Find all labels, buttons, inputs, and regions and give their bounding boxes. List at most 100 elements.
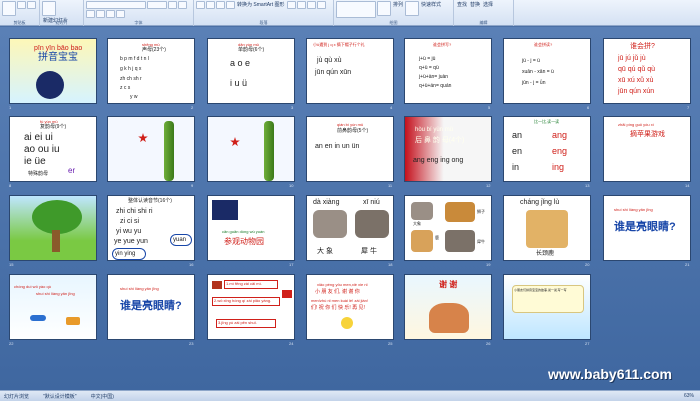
slide-text: 小 朋 友 们, 谢 谢 你 [315, 289, 360, 295]
slide-thumbnail[interactable]: zhāi píng guǒ yóu xì 摘苹果游戏 [603, 116, 691, 182]
select-button[interactable]: 选择 [482, 1, 494, 9]
slide-thumbnail[interactable]: shuí shì liàng yǎn jīng 谁是亮眼睛? [603, 195, 691, 261]
font-family-select[interactable] [86, 1, 146, 9]
slide-number: 26 [486, 341, 491, 346]
slide-text: 摘苹果游戏 [630, 131, 665, 138]
night-moon-picture [36, 71, 64, 99]
mushroom-house-picture [429, 303, 469, 333]
slide-thumbnail[interactable]: hòu bí yùn mǔ 后 鼻 韵 母(4个) ang eng ing on… [404, 116, 492, 182]
slide-text: qián bí yùn mǔ [337, 122, 364, 127]
align-left-icon[interactable] [286, 1, 296, 9]
convert-smartart-button[interactable]: 转换为 SmartArt 图形 [236, 1, 286, 9]
star-icon [230, 137, 240, 147]
justify-icon[interactable] [316, 1, 326, 9]
slide-number: 18 [388, 262, 393, 267]
arrange-icon[interactable] [377, 1, 391, 16]
numbering-icon[interactable] [206, 1, 215, 9]
group-label: 段落 [259, 20, 268, 25]
slide-text: yin ying [115, 251, 136, 257]
slide-number: 3 [291, 105, 294, 110]
slide-text: 谁是亮眼睛? [614, 221, 676, 233]
slide-thumbnail[interactable]: dà xiàng xī niú 大 象 犀 牛 [306, 195, 394, 261]
slide-thumbnail[interactable] [9, 195, 97, 261]
slide-text: yi wu yu [116, 228, 142, 235]
slide-thumbnail[interactable]: 整体认读音节(16个) zhi chi shi ri zi ci si yi w… [107, 195, 195, 261]
align-right-icon[interactable] [306, 1, 316, 9]
new-slide-icon[interactable] [42, 1, 56, 16]
slide-sorter[interactable]: pīn yīn bāo bao 拼音宝宝 shēng mǔ 声母(23个) b … [0, 27, 700, 390]
slide-text: 小朋友们拼音宝宝的故事,说一说,写一写 [514, 288, 567, 292]
slide-text: pīn yīn bāo bao [34, 45, 83, 52]
slide-thumbnail[interactable]: pīn yīn bāo bao 拼音宝宝 [9, 38, 97, 104]
copy-icon[interactable] [27, 1, 36, 9]
underline-icon[interactable] [86, 10, 95, 18]
paste-icon[interactable] [2, 1, 16, 16]
arrange-button[interactable]: 排列 [392, 1, 404, 18]
elephant-picture [313, 210, 347, 238]
slide-thumbnail[interactable]: chóng duì wǒ yào qù shuí shì liàng yǎn j… [9, 274, 97, 340]
slide-thumbnail[interactable]: dān yùn mǔ 单韵母(6个) a o e i u ü [207, 38, 295, 104]
quick-styles-button[interactable]: 快速样式 [420, 1, 442, 18]
slide-thumbnail[interactable]: shuí shì liàng yǎn jīng 谁是亮眼睛? [107, 274, 195, 340]
shapes-gallery[interactable] [336, 1, 376, 18]
indent-increase-icon[interactable] [226, 1, 235, 9]
slide-text: jūn - j = ǖn [522, 80, 546, 86]
shadow-icon[interactable] [106, 10, 115, 18]
slide-thumbnail[interactable]: shēng mǔ 声母(23个) b p m f d t n l g k h j… [107, 38, 195, 104]
slide-thumbnail[interactable]: cān guān dòng wù yuán 参观动物园 [207, 195, 295, 261]
slide-number: 14 [685, 183, 690, 188]
slide-thumbnail[interactable]: 谁会拼读? jü - j = ü xuān - xān = ü jūn - j … [503, 38, 591, 104]
indent-decrease-icon[interactable] [216, 1, 225, 9]
slide-text: ang [552, 130, 568, 140]
zoom-level[interactable]: 63% [684, 393, 700, 399]
replace-button[interactable]: 替换 [469, 1, 481, 9]
slide-thumbnail[interactable]: 小朋友们拼音宝宝的故事,说一说,写一写 [503, 274, 591, 340]
slide-number: 4 [390, 105, 393, 110]
slide-text: 前鼻韵母(5个) [337, 128, 369, 134]
slide-thumbnail[interactable]: 谁会拼写? j+ü = jü q+ü = qü j+ü+àn= juàn q+ü… [404, 38, 492, 104]
font-size-select[interactable] [147, 1, 167, 9]
align-center-icon[interactable] [296, 1, 306, 9]
slide-thumbnail[interactable]: 大象 鹿 犀牛 狮子 [404, 195, 492, 261]
slide-thumbnail[interactable]: xiǎo péng yǒu men,xiè xie nǐ 小 朋 友 们, 谢 … [306, 274, 394, 340]
font-color-icon[interactable] [116, 10, 125, 18]
slide-thumbnail[interactable]: 谢 谢 [404, 274, 492, 340]
slide-text: 犀牛 [477, 239, 485, 244]
slide-text: jū jú jǔ jù [618, 55, 646, 62]
elephant-picture [411, 202, 433, 220]
slide-thumbnail[interactable]: cháng jǐng lù 长颈鹿 [503, 195, 591, 261]
drawing-group: 排列 快速样式 绘图 [334, 0, 454, 26]
italic-icon[interactable] [178, 1, 187, 9]
slide-text: jūn qún xūn [315, 69, 352, 76]
language-label[interactable]: 中文(中国) [91, 393, 114, 400]
slide-text: 拼音宝宝 [38, 52, 78, 63]
ribbon: 剪贴板 新建幻灯片 幻灯片 字体 转换为 SmartArt 图形 段落 排列 快… [0, 0, 700, 26]
theme-label: "默认设计模板" [43, 393, 77, 400]
slide-thumbnail[interactable] [107, 116, 195, 182]
slide-thumbnail[interactable]: fù yùn mǔ 复韵母(9个) ai ei ui ao ou iu ie ü… [9, 116, 97, 182]
slide-text: xī niú [363, 199, 380, 206]
status-bar: 幻灯片浏览 "默认设计模板" 中文(中国) 63% [0, 390, 700, 401]
slide-thumbnail[interactable]: 小ü遇到 j q x 摘下帽子行个礼 jù qù xù jūn qún xūn [306, 38, 394, 104]
quick-styles-icon[interactable] [405, 1, 420, 16]
slide-thumbnail[interactable]: 谁会拼? jū jú jǔ jù qū qú qǔ qù xū xú xǔ xù… [603, 38, 691, 104]
night-picture [212, 200, 238, 220]
find-button[interactable]: 查找 [456, 1, 468, 9]
slide-text: qū qú qǔ qù [618, 66, 655, 73]
slide-text: 2.wǒ xǐng hóng qí zài piāo yáng. [214, 298, 272, 303]
slide-text: ye yue yun [114, 238, 148, 245]
bullets-icon[interactable] [196, 1, 205, 9]
slide-thumbnail[interactable] [207, 116, 295, 182]
bold-icon[interactable] [168, 1, 177, 9]
slide-thumbnail[interactable]: qián bí yùn mǔ 前鼻韵母(5个) an en in un ün [306, 116, 394, 182]
slide-number: 13 [585, 183, 590, 188]
bamboo-picture [264, 121, 274, 181]
slide-number: 10 [289, 183, 294, 188]
star-icon [138, 133, 148, 143]
strike-icon[interactable] [96, 10, 105, 18]
slide-text: 3.jīng yú zài pēn shuǐ. [218, 320, 257, 325]
slide-thumbnail[interactable]: 比一比,读一读 an ang en eng in ing [503, 116, 591, 182]
slide-text: y w [130, 94, 138, 100]
cut-icon[interactable] [17, 1, 26, 9]
slide-thumbnail[interactable]: 1.mì fēng zài cǎi mì. 2.wǒ xǐng hóng qí … [207, 274, 295, 340]
